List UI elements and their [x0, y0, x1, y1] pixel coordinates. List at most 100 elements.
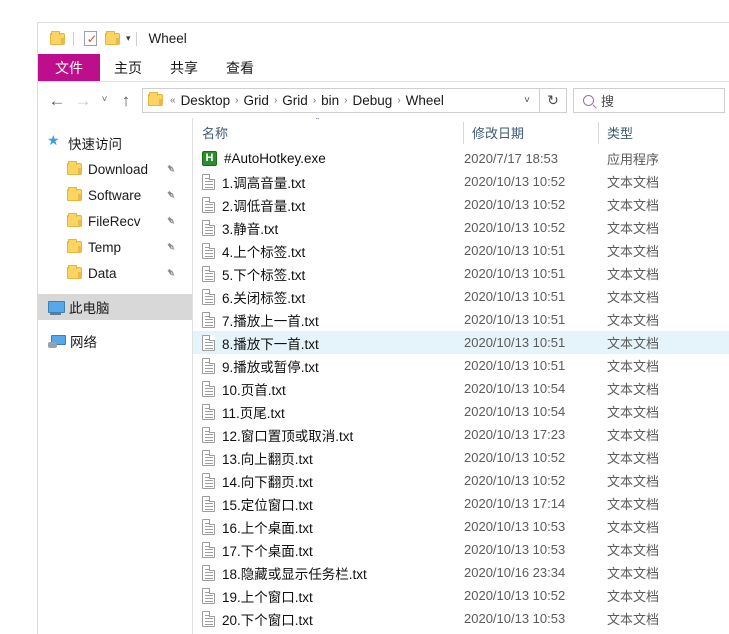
column-header-date-modified[interactable]: 修改日期 [463, 118, 598, 147]
column-header-row: ＾ 名称 修改日期 类型 [193, 118, 729, 147]
file-name-cell: 14.向下翻页.txt [193, 471, 463, 491]
file-name-label: 7.播放上一首.txt [222, 313, 319, 329]
table-row[interactable]: 3.静音.txt 2020/10/13 10:52 文本文档 [193, 216, 729, 239]
folder-icon [67, 213, 82, 227]
tab-home[interactable]: 主页 [100, 54, 156, 81]
window-title: Wheel [148, 31, 187, 46]
tab-file[interactable]: 文件 [38, 54, 100, 81]
file-name-label: 20.下个窗口.txt [222, 612, 313, 628]
breadcrumb-item-wheel[interactable]: Wheel [404, 93, 446, 108]
sidebar-item-data[interactable]: Data ✒ [38, 260, 192, 286]
sidebar-item-label: 此电脑 [69, 301, 110, 316]
pin-icon[interactable]: ✒ [162, 186, 179, 203]
file-type-cell: 文本文档 [607, 290, 660, 305]
breadcrumb-item-grid-2[interactable]: Grid [280, 93, 310, 108]
text-document-icon [202, 265, 215, 282]
chevron-down-icon[interactable]: ▾ [126, 34, 131, 43]
file-name-cell: 8.播放下一首.txt [193, 333, 463, 353]
tab-share[interactable]: 共享 [156, 54, 212, 81]
tab-view[interactable]: 查看 [212, 54, 268, 81]
file-type-cell: 文本文档 [607, 221, 660, 236]
table-row[interactable]: 2.调低音量.txt 2020/10/13 10:52 文本文档 [193, 193, 729, 216]
breadcrumb-separator[interactable]: › [394, 95, 403, 106]
sidebar-item-filerecv[interactable]: FileRecv ✒ [38, 208, 192, 234]
file-date-cell: 2020/10/13 10:53 [464, 611, 566, 626]
table-row[interactable]: 5.下个标签.txt 2020/10/13 10:51 文本文档 [193, 262, 729, 285]
breadcrumb-separator[interactable]: › [232, 95, 241, 106]
properties-icon[interactable]: ✓ [79, 28, 101, 50]
breadcrumb-separator[interactable]: › [341, 95, 350, 106]
table-row[interactable]: 10.页首.txt 2020/10/13 10:54 文本文档 [193, 377, 729, 400]
new-folder-icon[interactable] [101, 28, 123, 50]
table-row[interactable]: 11.页尾.txt 2020/10/13 10:54 文本文档 [193, 400, 729, 423]
table-row[interactable]: 16.上个桌面.txt 2020/10/13 10:53 文本文档 [193, 515, 729, 538]
table-row[interactable]: 4.上个标签.txt 2020/10/13 10:51 文本文档 [193, 239, 729, 262]
table-row[interactable]: 18.隐藏或显示任务栏.txt 2020/10/16 23:34 文本文档 [193, 561, 729, 584]
sidebar-item-label: 网络 [70, 335, 97, 350]
table-row[interactable]: 13.向上翻页.txt 2020/10/13 10:52 文本文档 [193, 446, 729, 469]
sidebar-item-quick-access[interactable]: 快速访问 [38, 130, 192, 156]
text-document-icon [202, 357, 215, 374]
sidebar-item-this-pc[interactable]: 此电脑 [38, 294, 192, 320]
breadcrumb-separator[interactable]: › [310, 95, 319, 106]
table-row[interactable]: 15.定位窗口.txt 2020/10/13 17:14 文本文档 [193, 492, 729, 515]
file-name-label: 10.页首.txt [222, 382, 286, 398]
file-name-cell: 7.播放上一首.txt [193, 310, 463, 330]
file-name-label: 19.上个窗口.txt [222, 589, 313, 605]
text-document-icon [202, 564, 215, 581]
table-row[interactable]: 6.关闭标签.txt 2020/10/13 10:51 文本文档 [193, 285, 729, 308]
table-row[interactable]: 12.窗口置顶或取消.txt 2020/10/13 17:23 文本文档 [193, 423, 729, 446]
address-bar[interactable]: « Desktop › Grid › Grid › bin › Debug › … [142, 87, 540, 113]
table-row[interactable]: H #AutoHotkey.exe 2020/7/17 18:53 应用程序 [193, 147, 729, 170]
column-header-name[interactable]: 名称 [193, 118, 463, 147]
file-name-cell: 6.关闭标签.txt [193, 287, 463, 307]
text-document-icon [202, 541, 215, 558]
table-row[interactable]: 14.向下翻页.txt 2020/10/13 10:52 文本文档 [193, 469, 729, 492]
table-row[interactable]: 1.调高音量.txt 2020/10/13 10:52 文本文档 [193, 170, 729, 193]
text-document-icon [202, 334, 215, 351]
breadcrumb-item-desktop[interactable]: Desktop [179, 93, 233, 108]
table-row[interactable]: 17.下个桌面.txt 2020/10/13 10:53 文本文档 [193, 538, 729, 561]
chevron-down-icon[interactable]: ˅ [517, 95, 537, 106]
forward-button[interactable]: → [70, 87, 96, 113]
file-name-cell: 5.下个标签.txt [193, 264, 463, 284]
text-document-icon [202, 426, 215, 443]
quick-access-folder-icon[interactable] [46, 28, 68, 50]
file-name-label: 8.播放下一首.txt [222, 336, 319, 352]
file-list-pane: ＾ 名称 修改日期 类型 H #AutoHotkey.exe 2020/7/17 1… [193, 118, 729, 634]
refresh-button[interactable]: ↻ [540, 87, 567, 113]
breadcrumb-root-prefix[interactable]: « [167, 95, 179, 106]
file-explorer-window: ✓ ▾ Wheel 文件 主页 共享 查看 ← → ˅ ↑ « Desktop … [37, 22, 729, 634]
table-row[interactable]: 9.播放或暂停.txt 2020/10/13 10:51 文本文档 [193, 354, 729, 377]
text-document-icon [202, 403, 215, 420]
breadcrumb-item-debug[interactable]: Debug [351, 93, 395, 108]
sidebar-item-network[interactable]: 网络 [38, 328, 192, 354]
pin-icon[interactable]: ✒ [162, 238, 179, 255]
table-row[interactable]: 19.上个窗口.txt 2020/10/13 10:52 文本文档 [193, 584, 729, 607]
up-button[interactable]: ↑ [113, 87, 139, 113]
pin-icon[interactable]: ✒ [162, 212, 179, 229]
back-button[interactable]: ← [44, 87, 70, 113]
table-row[interactable]: 7.播放上一首.txt 2020/10/13 10:51 文本文档 [193, 308, 729, 331]
table-row[interactable]: 20.下个窗口.txt 2020/10/13 10:53 文本文档 [193, 607, 729, 630]
pin-icon[interactable]: ✒ [162, 264, 179, 281]
breadcrumb-item-bin[interactable]: bin [319, 93, 341, 108]
column-header-type[interactable]: 类型 [598, 118, 718, 147]
file-name-cell: 11.页尾.txt [193, 402, 463, 422]
file-type-cell: 文本文档 [607, 198, 660, 213]
pin-icon[interactable]: ✒ [162, 160, 179, 177]
file-type-cell: 文本文档 [607, 451, 660, 466]
folder-icon [49, 30, 65, 45]
breadcrumb-separator[interactable]: › [271, 95, 280, 106]
file-type-cell: 文本文档 [607, 267, 660, 282]
sidebar-item-software[interactable]: Software ✒ [38, 182, 192, 208]
recent-locations-button[interactable]: ˅ [96, 87, 113, 113]
table-row[interactable]: 21.隐藏窗口到托盘.txt2020/10/16 23:00文本文档 [193, 630, 729, 634]
document-check-icon: ✓ [83, 31, 97, 46]
sidebar-item-download[interactable]: Download ✒ [38, 156, 192, 182]
breadcrumb-item-grid-1[interactable]: Grid [241, 93, 271, 108]
file-name-cell: 18.隐藏或显示任务栏.txt [193, 563, 463, 583]
search-input[interactable]: 搜 [573, 87, 725, 113]
sidebar-item-temp[interactable]: Temp ✒ [38, 234, 192, 260]
table-row[interactable]: 8.播放下一首.txt 2020/10/13 10:51 文本文档 [193, 331, 729, 354]
